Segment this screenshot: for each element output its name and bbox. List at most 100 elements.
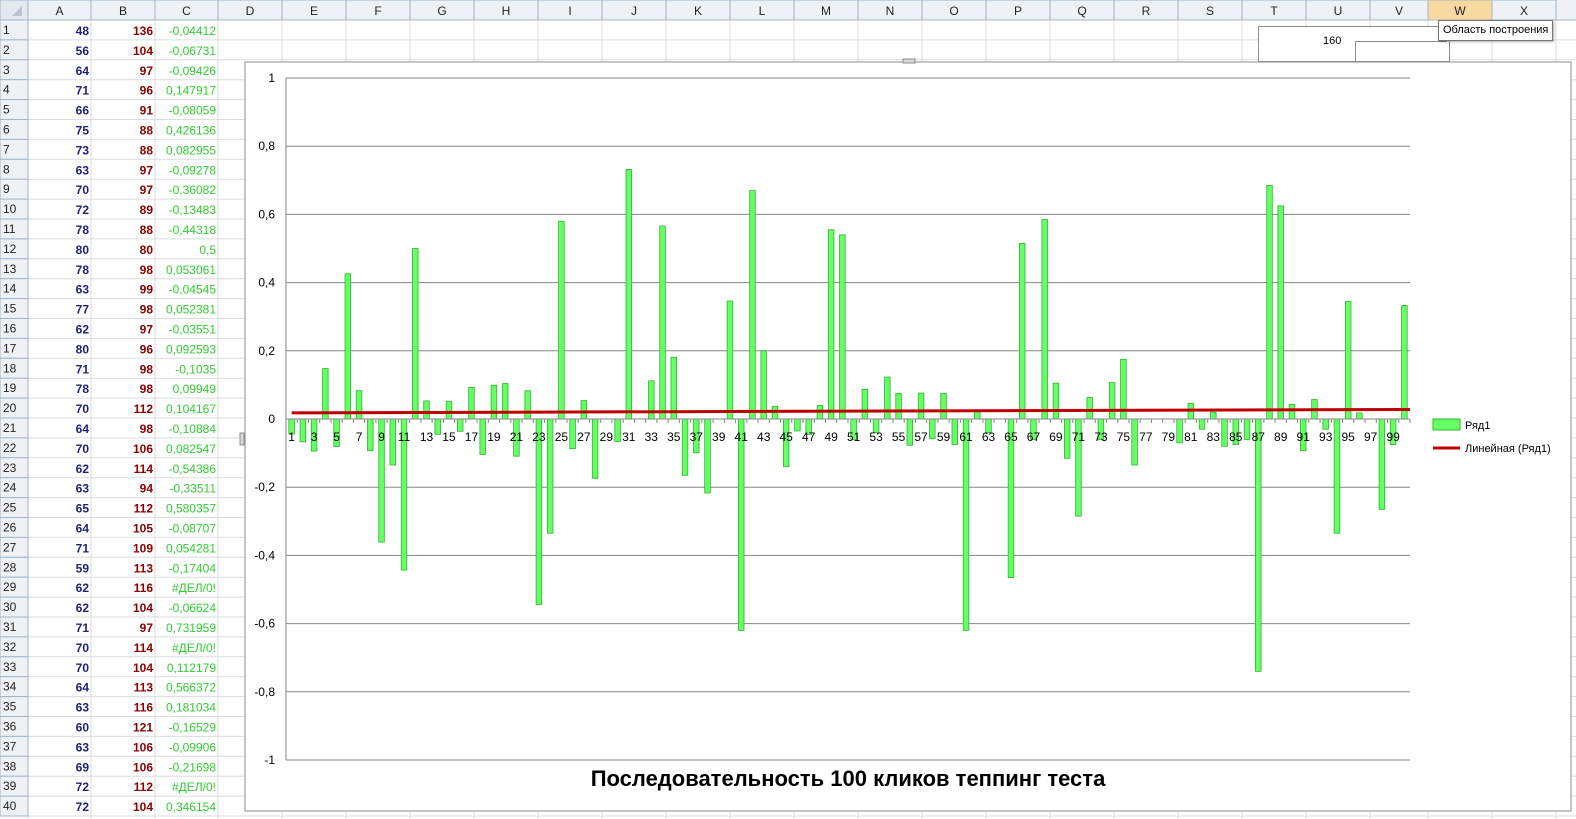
cell-a[interactable]: 62 <box>76 581 90 595</box>
cell-b[interactable]: 106 <box>133 740 153 754</box>
bar[interactable] <box>1108 382 1116 420</box>
bar[interactable] <box>591 418 599 479</box>
cell-c[interactable]: 0,092593 <box>166 342 216 356</box>
cell-c[interactable]: #ДЕЛ/0! <box>172 780 216 794</box>
bar[interactable] <box>1243 418 1251 440</box>
bar[interactable] <box>468 386 475 420</box>
bar[interactable] <box>940 393 947 420</box>
bar[interactable] <box>367 418 374 452</box>
cell-a[interactable]: 63 <box>76 482 90 496</box>
bar[interactable] <box>1131 418 1138 466</box>
bar[interactable] <box>681 418 689 476</box>
cell-b[interactable]: 113 <box>134 681 154 695</box>
cell-c[interactable]: -0,44318 <box>169 223 217 237</box>
bar[interactable] <box>1344 300 1352 420</box>
cell-b[interactable]: 98 <box>140 263 154 277</box>
cell-b[interactable]: 97 <box>140 621 154 635</box>
cell-a[interactable]: 64 <box>76 522 90 536</box>
cell-c[interactable]: 0,053061 <box>166 263 216 277</box>
bar[interactable] <box>614 418 621 442</box>
chart-title[interactable]: Последовательность 100 кликов теппинг те… <box>591 766 1106 791</box>
cell-a[interactable]: 64 <box>76 681 90 695</box>
cell-c[interactable]: 0,082547 <box>166 442 216 456</box>
cell-b[interactable]: 91 <box>140 104 154 118</box>
bar[interactable] <box>1255 418 1262 672</box>
bar[interactable] <box>389 418 396 466</box>
bar[interactable] <box>1378 418 1386 510</box>
cell-b[interactable]: 98 <box>140 382 154 396</box>
cell-b[interactable]: 99 <box>140 283 154 297</box>
chart-resize-handle-top[interactable] <box>902 58 916 64</box>
bar[interactable] <box>490 384 498 420</box>
bar[interactable] <box>1063 418 1071 459</box>
cell-a[interactable]: 80 <box>76 342 90 356</box>
bar[interactable] <box>355 390 363 420</box>
cell-c[interactable]: -0,06731 <box>169 44 217 58</box>
cell-a[interactable]: 70 <box>76 641 90 655</box>
bar[interactable] <box>962 418 970 631</box>
select-all-button[interactable] <box>0 0 29 21</box>
bar[interactable] <box>760 350 767 420</box>
cell-b[interactable]: 89 <box>140 203 154 217</box>
cell-a[interactable]: 70 <box>76 402 90 416</box>
cell-c[interactable]: -0,21698 <box>169 760 217 774</box>
cell-c[interactable]: -0,08059 <box>169 104 217 118</box>
cell-a[interactable]: 59 <box>76 561 90 575</box>
bar[interactable] <box>704 418 711 494</box>
cell-c[interactable]: -0,17404 <box>169 561 217 575</box>
cell-c[interactable]: 0,566372 <box>166 681 216 695</box>
cell-b[interactable]: 112 <box>134 502 154 516</box>
cell-a[interactable]: 77 <box>76 303 90 317</box>
bar[interactable] <box>412 248 419 420</box>
bar[interactable] <box>524 390 531 420</box>
cell-a[interactable]: 72 <box>76 800 90 814</box>
cell-a[interactable]: 63 <box>76 163 90 177</box>
cell-a[interactable]: 78 <box>76 382 90 396</box>
cell-c[interactable]: -0,36082 <box>169 183 217 197</box>
bar[interactable] <box>670 356 677 420</box>
cell-a[interactable]: 78 <box>76 223 90 237</box>
bar[interactable] <box>625 168 633 420</box>
cell-a[interactable]: 69 <box>76 760 90 774</box>
bar[interactable] <box>738 418 745 631</box>
bar[interactable] <box>1266 185 1273 420</box>
bar[interactable] <box>839 234 846 420</box>
bar[interactable] <box>299 418 307 443</box>
bar[interactable] <box>569 418 576 450</box>
cell-a[interactable]: 71 <box>76 541 90 555</box>
bar[interactable] <box>457 418 464 432</box>
cell-c[interactable]: -0,04412 <box>169 24 217 38</box>
bar[interactable] <box>1356 412 1363 420</box>
bar[interactable] <box>861 388 869 420</box>
cell-c[interactable]: -0,06624 <box>169 601 217 615</box>
cell-b[interactable]: 88 <box>140 223 154 237</box>
bar[interactable] <box>1288 403 1296 420</box>
cell-b[interactable]: 97 <box>140 323 154 337</box>
cell-b[interactable]: 109 <box>133 541 153 555</box>
cell-a[interactable]: 66 <box>76 104 90 118</box>
bar[interactable] <box>1221 418 1228 447</box>
bar[interactable] <box>1401 305 1408 420</box>
cell-c[interactable]: 0,082955 <box>166 143 216 157</box>
bar[interactable] <box>1019 242 1026 420</box>
cell-a[interactable]: 63 <box>76 283 90 297</box>
cell-c[interactable]: 0,181034 <box>166 701 216 715</box>
cell-a[interactable]: 72 <box>76 780 90 794</box>
cell-b[interactable]: 106 <box>133 760 153 774</box>
cell-b[interactable]: 97 <box>140 163 154 177</box>
bar[interactable] <box>726 300 734 420</box>
cell-a[interactable]: 72 <box>76 203 90 217</box>
cell-b[interactable]: 97 <box>140 64 154 78</box>
bar[interactable] <box>423 400 430 420</box>
cell-a[interactable]: 48 <box>76 24 90 38</box>
bar[interactable] <box>1176 418 1183 444</box>
cell-a[interactable]: 80 <box>76 243 90 257</box>
cell-a[interactable]: 71 <box>76 362 90 376</box>
cell-c[interactable]: 0,5 <box>199 243 216 257</box>
bar[interactable] <box>1052 382 1060 420</box>
bar[interactable] <box>794 418 801 432</box>
cell-a[interactable]: 63 <box>76 701 90 715</box>
cell-b[interactable]: 88 <box>140 124 154 138</box>
cell-a[interactable]: 78 <box>76 263 90 277</box>
cell-b[interactable]: 113 <box>134 561 154 575</box>
